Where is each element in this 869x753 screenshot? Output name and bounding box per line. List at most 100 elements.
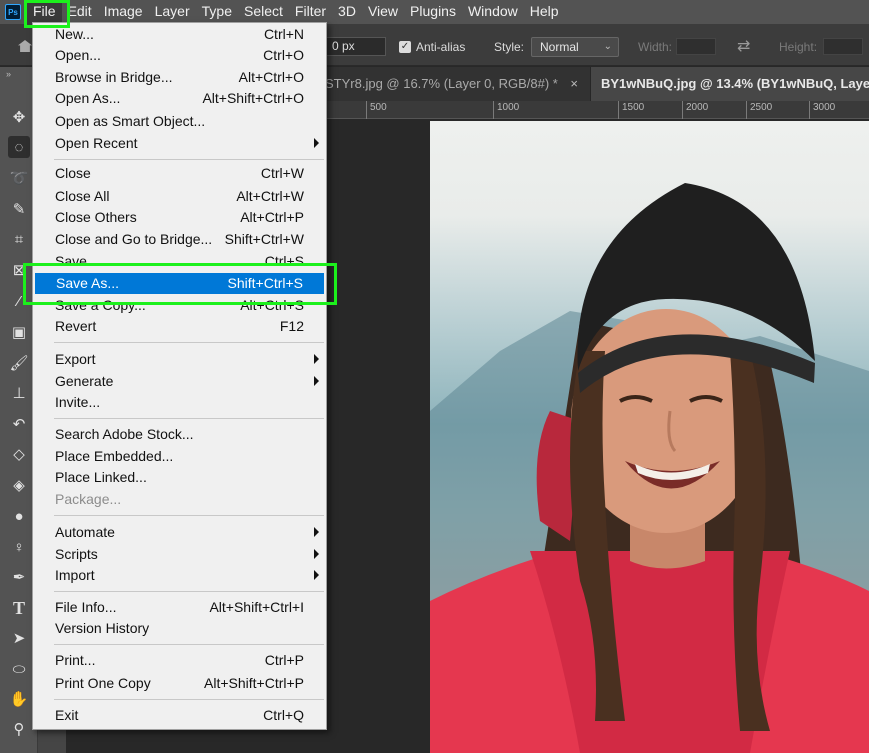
menu-type[interactable]: Type (196, 0, 238, 24)
anti-alias-label: Anti-alias (416, 40, 466, 54)
menu-item-open-recent[interactable]: Open Recent (34, 133, 325, 154)
menu-item-browse-in-bridge[interactable]: Browse in Bridge... Alt+Ctrl+O (34, 67, 325, 88)
photoshop-logo-icon: Ps (5, 4, 21, 20)
menu-item-label: Place Linked... (55, 469, 147, 485)
menu-item-shortcut: Shift+Ctrl+W (224, 231, 304, 247)
menu-item-shortcut: Ctrl+P (264, 652, 304, 668)
menu-item-label: Save (55, 253, 87, 269)
menu-item-package: Package... (34, 489, 325, 510)
menu-layer[interactable]: Layer (149, 0, 196, 24)
history-brush-icon[interactable]: ↶ (8, 413, 30, 435)
submenu-arrow-icon (314, 549, 319, 559)
feather-input[interactable]: 0 px (326, 37, 386, 56)
menu-item-place-linked[interactable]: Place Linked... (34, 467, 325, 488)
menu-plugins[interactable]: Plugins (404, 0, 462, 24)
menu-item-shortcut: F12 (279, 318, 304, 334)
menu-item-label: Browse in Bridge... (55, 69, 173, 85)
healing-brush-icon[interactable]: ▣ (8, 321, 30, 343)
menu-item-version-history[interactable]: Version History (34, 618, 325, 639)
swap-dimensions-icon[interactable]: ⇄ (737, 36, 750, 56)
menu-item-place-embedded[interactable]: Place Embedded... (34, 446, 325, 467)
menu-item-shortcut: Alt+Ctrl+S (240, 297, 304, 313)
anti-alias-checkbox[interactable]: ✓ (399, 41, 411, 53)
height-input[interactable] (823, 38, 863, 55)
menu-item-open-as-smart-object[interactable]: Open as Smart Object... (34, 111, 325, 132)
document-tab-active[interactable]: BY1wNBuQ.jpg @ 13.4% (BY1wNBuQ, Layer (591, 67, 869, 101)
move-icon[interactable]: ✥ (8, 106, 30, 128)
menu-item-save[interactable]: Save Ctrl+S (34, 251, 325, 272)
menu-item-shortcut: Alt+Ctrl+W (236, 188, 304, 204)
menu-3d[interactable]: 3D (332, 0, 362, 24)
frame-icon[interactable]: ⊠ (8, 259, 30, 281)
style-select[interactable]: Normal ⌄ (531, 37, 619, 57)
menu-item-save-as[interactable]: Save As... Shift+Ctrl+S (35, 273, 324, 294)
menu-item-label: Save As... (56, 275, 120, 291)
menu-item-new[interactable]: New... Ctrl+N (34, 24, 325, 45)
clone-stamp-icon[interactable]: ⊥ (8, 382, 30, 404)
menu-item-revert[interactable]: Revert F12 (34, 316, 325, 337)
menu-item-invite[interactable]: Invite... (34, 392, 325, 413)
menu-item-label: Revert (55, 318, 97, 334)
menu-item-close-others[interactable]: Close Others Alt+Ctrl+P (34, 207, 325, 228)
elliptical-marquee-icon[interactable]: ◌ (8, 136, 30, 158)
lasso-icon[interactable]: ➰ (8, 167, 30, 189)
menu-item-open[interactable]: Open... Ctrl+O (34, 45, 325, 66)
crop-icon[interactable]: ⌗ (8, 228, 30, 250)
menu-view[interactable]: View (362, 0, 404, 24)
menu-item-label: Open Recent (55, 135, 138, 151)
document-photo[interactable] (430, 121, 869, 753)
menu-item-label: Place Embedded... (55, 448, 174, 464)
menu-item-label: Save a Copy... (55, 297, 146, 313)
menu-image[interactable]: Image (98, 0, 149, 24)
eyedropper-icon[interactable]: ⁄ (8, 290, 30, 312)
menu-item-label: Open As... (55, 90, 121, 106)
menu-filter[interactable]: Filter (289, 0, 332, 24)
menu-item-close[interactable]: Close Ctrl+W (34, 163, 325, 184)
menu-item-save-a-copy[interactable]: Save a Copy... Alt+Ctrl+S (34, 295, 325, 316)
menu-select[interactable]: Select (238, 0, 289, 24)
menu-item-close-and-go-to-bridge[interactable]: Close and Go to Bridge... Shift+Ctrl+W (34, 229, 325, 250)
paint-bucket-icon[interactable]: ◈ (8, 474, 30, 496)
hand-icon[interactable]: ✋ (8, 688, 30, 710)
menu-item-file-info[interactable]: File Info... Alt+Shift+Ctrl+I (34, 597, 325, 618)
menu-item-print-one-copy[interactable]: Print One Copy Alt+Shift+Ctrl+P (34, 673, 325, 694)
menu-file[interactable]: File (27, 0, 62, 24)
ruler-tick: 1500 (618, 101, 644, 119)
quick-selection-icon[interactable]: ✎ (8, 198, 30, 220)
close-icon[interactable]: × (570, 67, 578, 101)
menu-window[interactable]: Window (462, 0, 524, 24)
menu-divider (54, 591, 324, 592)
menu-item-generate[interactable]: Generate (34, 371, 325, 392)
type-icon[interactable]: T (8, 597, 30, 619)
menu-item-open-as[interactable]: Open As... Alt+Shift+Ctrl+O (34, 88, 325, 109)
menu-edit[interactable]: Edit (62, 0, 98, 24)
chevron-down-icon: ⌄ (603, 41, 612, 52)
width-input[interactable] (676, 38, 716, 55)
menu-item-label: Scripts (55, 546, 98, 562)
menu-item-shortcut: Ctrl+N (263, 26, 304, 42)
blur-icon[interactable]: ● (8, 505, 30, 527)
menu-item-automate[interactable]: Automate (34, 522, 325, 543)
menu-item-scripts[interactable]: Scripts (34, 544, 325, 565)
menu-item-export[interactable]: Export (34, 349, 325, 370)
menu-item-import[interactable]: Import (34, 565, 325, 586)
menu-item-shortcut: Ctrl+W (260, 165, 304, 181)
menu-item-shortcut: Ctrl+O (263, 47, 304, 63)
submenu-arrow-icon (314, 138, 319, 148)
brush-icon[interactable]: 🖌 (8, 352, 30, 374)
menu-item-search-adobe-stock[interactable]: Search Adobe Stock... (34, 424, 325, 445)
dodge-icon[interactable]: ♀ (8, 536, 30, 558)
ellipse-icon[interactable]: ⬭ (8, 658, 30, 680)
path-selection-icon[interactable]: ➤ (8, 627, 30, 649)
zoom-icon[interactable]: ⚲ (8, 718, 30, 740)
eraser-icon[interactable]: ◇ (8, 443, 30, 465)
pen-icon[interactable]: ✒ (8, 566, 30, 588)
menu-item-close-all[interactable]: Close All Alt+Ctrl+W (34, 186, 325, 207)
menu-bar: Ps File Edit Image Layer Type Select Fil… (0, 0, 869, 24)
document-tab[interactable]: STYr8.jpg @ 16.7% (Layer 0, RGB/8#) * × (315, 67, 590, 101)
menu-help[interactable]: Help (524, 0, 565, 24)
menu-item-exit[interactable]: Exit Ctrl+Q (34, 705, 325, 726)
menu-item-print[interactable]: Print... Ctrl+P (34, 650, 325, 671)
horizontal-ruler: 500 1000 1500 2000 2500 3000 (315, 101, 869, 119)
collapse-panel-icon[interactable]: » (6, 69, 11, 79)
